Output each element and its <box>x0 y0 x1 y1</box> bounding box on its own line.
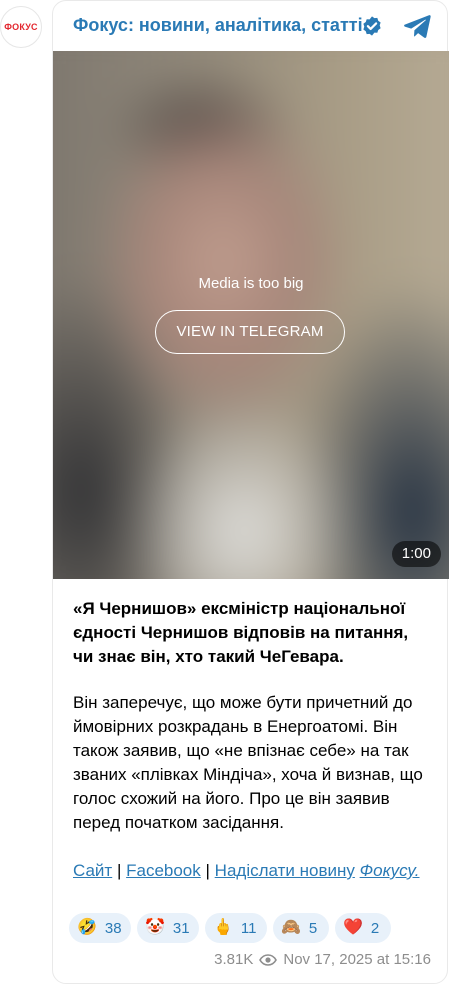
post-links: Сайт | Facebook | Надіслати новину Фокус… <box>73 859 433 883</box>
link-separator: | <box>205 861 210 880</box>
eye-icon <box>259 954 278 966</box>
reaction-count: 38 <box>104 919 122 937</box>
post-card: Фокус: новини, аналітика, статті Media i… <box>52 0 449 984</box>
reaction-see-no-evil[interactable]: 🙈 5 <box>273 913 329 943</box>
channel-avatar[interactable]: ФОКУС <box>0 6 42 48</box>
verified-badge-icon <box>363 16 381 36</box>
media-too-big-notice: Media is too big <box>198 275 304 292</box>
post-header: Фокус: новини, аналітика, статті <box>53 1 449 51</box>
post-lead: «Я Чернишов» ексміністр національної єдн… <box>73 599 409 666</box>
avatar-logo-text: ФОКУС <box>4 22 38 32</box>
reaction-count: 5 <box>308 919 318 937</box>
see-no-evil-monkey-emoji-icon: 🙈 <box>281 919 301 936</box>
middle-finger-emoji-icon: 🖕 <box>213 919 233 936</box>
facebook-link[interactable]: Facebook <box>126 861 201 880</box>
reaction-heart[interactable]: ❤️ 2 <box>335 913 391 943</box>
site-link[interactable]: Сайт <box>73 861 112 880</box>
rofl-emoji-icon: 🤣 <box>77 919 97 936</box>
reaction-rofl[interactable]: 🤣 38 <box>69 913 131 943</box>
link-separator: | <box>116 861 122 880</box>
reaction-count: 31 <box>172 919 190 937</box>
reaction-clown[interactable]: 🤡 31 <box>137 913 199 943</box>
heart-emoji-icon: ❤️ <box>343 919 363 936</box>
send-news-link[interactable]: Надіслати новину <box>215 861 355 880</box>
post-timestamp[interactable]: Nov 17, 2025 at 15:16 <box>283 951 431 968</box>
video-duration-badge: 1:00 <box>391 541 441 567</box>
reaction-count: 2 <box>370 919 380 937</box>
post-meta: 3.81K Nov 17, 2025 at 15:16 <box>53 951 431 968</box>
brand-link[interactable]: Фокусу. <box>360 861 420 880</box>
clown-emoji-icon: 🤡 <box>145 919 165 936</box>
view-in-telegram-button[interactable]: VIEW IN TELEGRAM <box>155 310 345 354</box>
post-body: Він заперечує, що може бути причетний до… <box>73 693 423 832</box>
channel-name-link[interactable]: Фокус: новини, аналітика, статті <box>73 15 363 36</box>
video-preview[interactable]: Media is too big VIEW IN TELEGRAM 1:00 <box>53 51 449 579</box>
reaction-count: 11 <box>240 919 257 937</box>
post-text: «Я Чернишов» ексміністр національної єдн… <box>73 597 433 883</box>
reaction-middle-finger[interactable]: 🖕 11 <box>205 913 267 943</box>
telegram-icon[interactable] <box>403 14 431 38</box>
view-count: 3.81K <box>214 951 254 968</box>
